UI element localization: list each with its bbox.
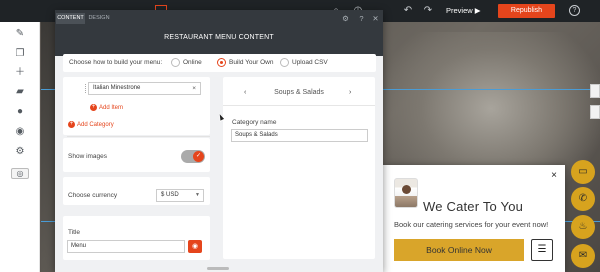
- book-online-button[interactable]: Book Online Now: [394, 239, 524, 261]
- brush-icon[interactable]: ✎: [14, 28, 26, 40]
- title-input[interactable]: Menu: [67, 240, 185, 253]
- chat-icon[interactable]: ◉: [14, 126, 26, 138]
- add-category-icon[interactable]: +: [68, 121, 75, 128]
- gear-icon[interactable]: ⚙: [341, 13, 350, 24]
- hamburger-menu-icon[interactable]: ☰: [531, 239, 553, 261]
- restaurant-menu-panel: CONTENT DESIGN ⚙ ? ✕ RESTAURANT MENU CON…: [55, 10, 383, 272]
- tab-design[interactable]: DESIGN: [86, 13, 112, 24]
- eye-icon[interactable]: ◎: [11, 168, 29, 179]
- current-category-title: Soups & Salads: [274, 89, 324, 96]
- divider: [223, 105, 375, 106]
- currency-label: Choose currency: [68, 192, 118, 199]
- panel-header: CONTENT DESIGN ⚙ ? ✕ RESTAURANT MENU CON…: [55, 10, 383, 56]
- menu-item-input[interactable]: Italian Minestrone ×: [88, 82, 201, 95]
- user-icon[interactable]: ●: [14, 106, 26, 118]
- radio-build-your-own[interactable]: [217, 58, 226, 67]
- redo-icon[interactable]: ↷: [422, 5, 434, 17]
- section-handle[interactable]: [590, 84, 600, 98]
- panel-resize-handle[interactable]: [207, 267, 229, 270]
- catering-popup: × We Cater To You Book our catering serv…: [383, 165, 565, 272]
- section-handle[interactable]: [590, 105, 600, 119]
- tab-content[interactable]: CONTENT: [56, 13, 85, 24]
- mail-icon[interactable]: ✉: [571, 244, 595, 268]
- show-images-toggle[interactable]: ✓: [181, 150, 205, 163]
- radio-online-label[interactable]: Online: [183, 59, 202, 66]
- visibility-eye-icon[interactable]: ◉: [188, 240, 202, 253]
- drag-handle-icon[interactable]: [85, 84, 87, 93]
- menu-item-value: Italian Minestrone: [93, 85, 141, 91]
- undo-icon[interactable]: ↶: [402, 5, 414, 17]
- radio-upload-csv[interactable]: [280, 58, 289, 67]
- currency-value: $ USD: [161, 192, 179, 198]
- chevron-down-icon: ▼: [195, 192, 200, 198]
- close-icon[interactable]: ✕: [371, 13, 380, 24]
- title-label: Title: [68, 229, 81, 236]
- popup-title: We Cater To You: [423, 199, 524, 214]
- chef-hat-icon[interactable]: ♨: [571, 215, 595, 239]
- chevron-right-icon[interactable]: ›: [349, 89, 351, 96]
- preview-button[interactable]: Preview ▶: [446, 5, 481, 17]
- category-card: ‹ Soups & Salads › Category name Soups &…: [223, 77, 375, 259]
- add-category-link[interactable]: Add Category: [77, 122, 114, 128]
- left-tool-sidebar: ✎ ❐ ＋ ▰ ● ◉ ⚙ ◎: [0, 22, 40, 272]
- gear-icon[interactable]: ⚙: [14, 146, 26, 158]
- add-item-icon[interactable]: +: [90, 104, 97, 111]
- category-name-input[interactable]: Soups & Salads: [231, 129, 368, 142]
- build-method-label: Choose how to build your menu:: [69, 59, 163, 66]
- help-icon[interactable]: ?: [357, 13, 366, 24]
- add-item-link[interactable]: Add Item: [99, 105, 123, 111]
- popup-close-icon[interactable]: ×: [549, 171, 559, 181]
- folder-icon[interactable]: ▰: [14, 86, 26, 98]
- remove-item-icon[interactable]: ×: [192, 83, 196, 94]
- build-method-row: Choose how to build your menu: Online Bu…: [63, 54, 376, 72]
- phone-icon[interactable]: ✆: [571, 187, 595, 211]
- currency-select[interactable]: $ USD ▼: [156, 189, 204, 202]
- popup-subtitle: Book our catering services for your even…: [394, 220, 549, 229]
- chef-image: [394, 178, 418, 208]
- category-name-label: Category name: [232, 119, 277, 126]
- radio-upload-csv-label[interactable]: Upload CSV: [292, 59, 328, 66]
- help-icon[interactable]: ?: [569, 5, 580, 16]
- pages-icon[interactable]: ❐: [14, 48, 26, 60]
- credit-card-icon[interactable]: ▭: [571, 160, 595, 184]
- check-icon: ✓: [193, 151, 204, 162]
- radio-online[interactable]: [171, 58, 180, 67]
- republish-button[interactable]: Republish: [498, 4, 555, 18]
- radio-build-your-own-label[interactable]: Build Your Own: [229, 59, 273, 66]
- add-icon[interactable]: ＋: [14, 67, 26, 79]
- show-images-label: Show images: [68, 153, 108, 160]
- panel-title: RESTAURANT MENU CONTENT: [164, 34, 274, 41]
- title-card: [63, 216, 210, 260]
- divider: [67, 136, 210, 137]
